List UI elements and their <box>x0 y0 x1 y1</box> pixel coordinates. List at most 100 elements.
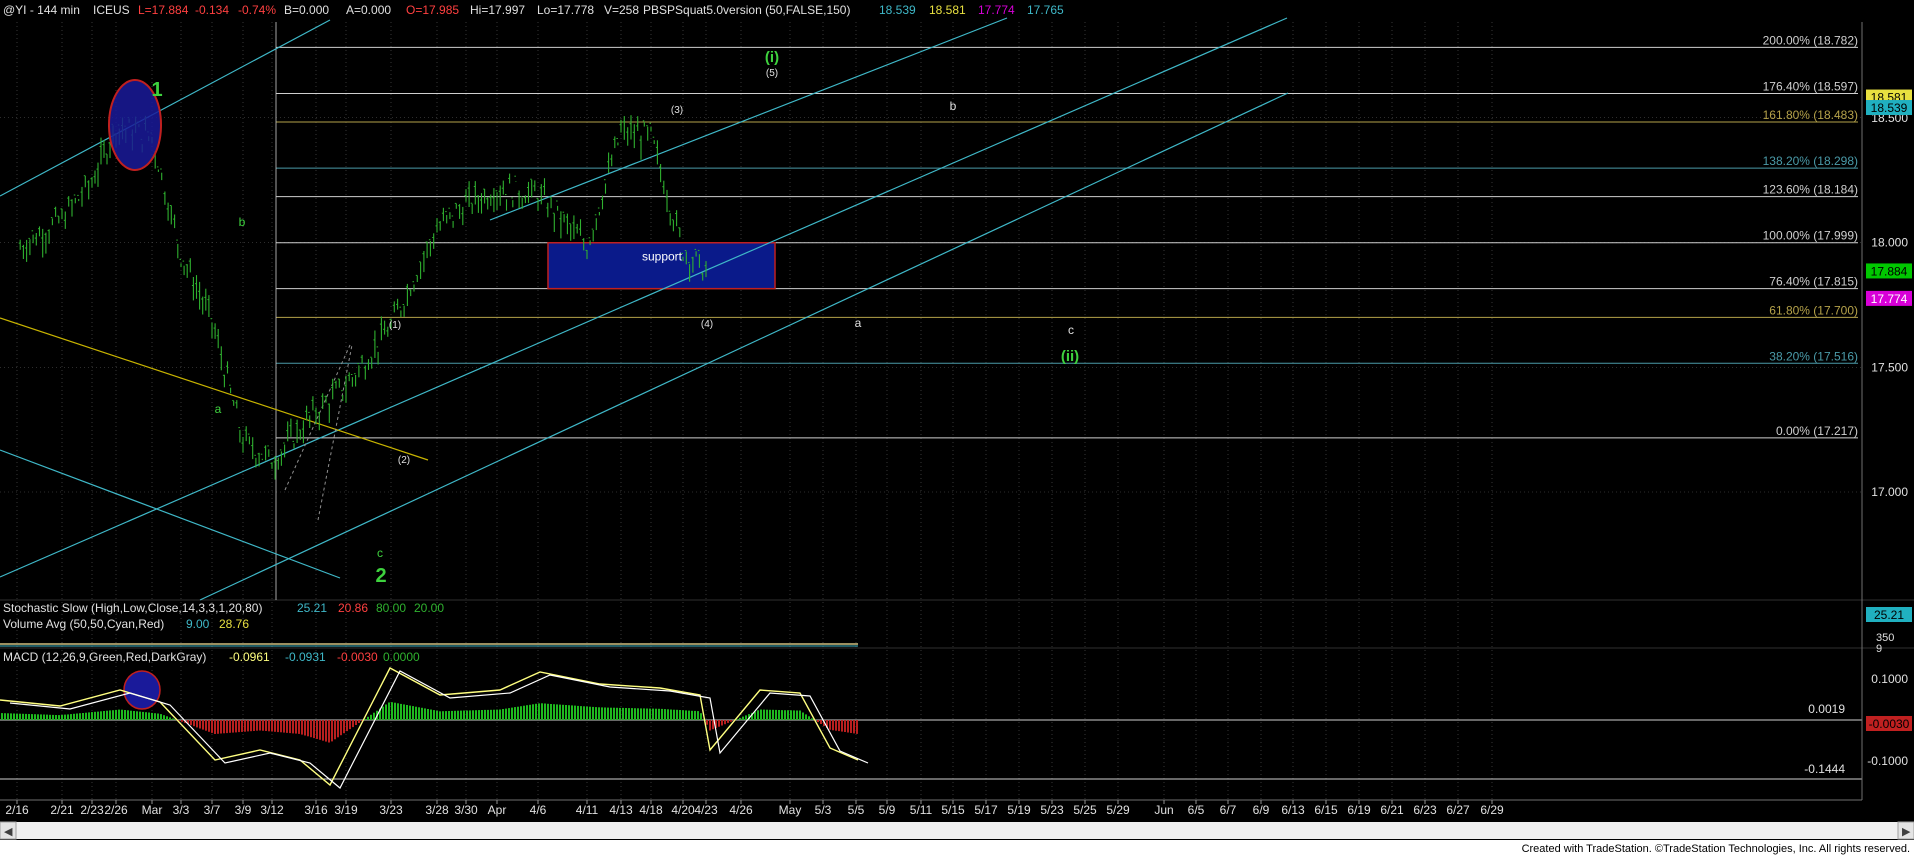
wave-letter-2: c <box>1068 323 1074 337</box>
wave-paren-4: (5) <box>766 68 778 79</box>
date-tick-43: 6/29 <box>1480 803 1504 817</box>
date-tick-17: 4/13 <box>609 803 633 817</box>
horizontal-scrollbar[interactable]: ◀ ▶ <box>0 821 1914 840</box>
fib-label-1: 176.40% (18.597) <box>1763 80 1858 94</box>
scrollbar-track[interactable] <box>0 822 1914 839</box>
macd-level-lower-label: -0.1444 <box>1804 762 1845 776</box>
fib-label-7: 61.80% (17.700) <box>1769 303 1858 317</box>
support-label: support <box>642 250 683 264</box>
stochastic-label: Stochastic Slow (High,Low,Close,14,3,3,1… <box>3 601 262 615</box>
wave-small-2: c <box>377 546 383 560</box>
header-volume: V=258 <box>604 3 639 17</box>
date-tick-15: 4/6 <box>530 803 547 817</box>
date-tick-14: Apr <box>488 803 507 817</box>
date-tick-42: 6/27 <box>1446 803 1470 817</box>
date-tick-23: 5/3 <box>815 803 832 817</box>
stochastic-header: Stochastic Slow (High,Low,Close,14,3,3,1… <box>3 601 444 615</box>
date-tick-10: 3/19 <box>334 803 358 817</box>
fib-label-5: 100.00% (17.999) <box>1763 229 1858 243</box>
fib-label-8: 38.20% (17.516) <box>1769 349 1858 363</box>
stochastic-value-k: 25.21 <box>297 601 327 615</box>
macd-value-diff: -0.0030 <box>337 650 378 664</box>
wave-paren-0: (1) <box>389 320 401 331</box>
chevron-left-icon: ◀ <box>4 826 13 838</box>
volume-axis-1: 9 <box>1876 643 1882 655</box>
date-tick-38: 6/15 <box>1314 803 1338 817</box>
date-tick-4: Mar <box>142 803 163 817</box>
volume-label: Volume Avg (50,50,Cyan,Red) <box>3 617 164 631</box>
volume-value-1: 9.00 <box>186 617 210 631</box>
macd-tick-0: 0.1000 <box>1871 672 1908 686</box>
price-tick-2: 18.000 <box>1871 236 1908 250</box>
header-value-3: 17.774 <box>978 3 1015 17</box>
date-tick-6: 3/7 <box>204 803 221 817</box>
date-tick-28: 5/17 <box>974 803 998 817</box>
price-tick-0: 17.000 <box>1871 485 1908 499</box>
date-tick-12: 3/28 <box>425 803 449 817</box>
date-tick-18: 4/18 <box>639 803 663 817</box>
stochastic-value-d: 20.86 <box>338 601 368 615</box>
price-tag-3: 17.774 <box>1871 292 1908 306</box>
date-tick-1: 2/21 <box>50 803 74 817</box>
date-tick-35: 6/7 <box>1220 803 1237 817</box>
header-value-1: 18.539 <box>879 3 916 17</box>
date-tick-31: 5/25 <box>1073 803 1097 817</box>
date-tick-26: 5/11 <box>910 803 933 817</box>
header-change-pct: -0.74% <box>238 3 276 17</box>
date-tick-34: 6/5 <box>1188 803 1205 817</box>
fib-label-0: 200.00% (18.782) <box>1763 33 1858 47</box>
volume-value-2: 28.76 <box>219 617 249 631</box>
date-tick-5: 3/3 <box>173 803 190 817</box>
wave-letter-0: a <box>855 316 862 330</box>
date-tick-0: 2/16 <box>5 803 29 817</box>
chevron-right-icon: ▶ <box>1902 826 1911 838</box>
date-tick-11: 3/23 <box>379 803 403 817</box>
price-tick-1: 17.500 <box>1871 360 1908 374</box>
date-tick-29: 5/19 <box>1007 803 1031 817</box>
macd-tag: -0.0030 <box>1869 717 1910 731</box>
wave-paren-3: (4) <box>701 319 713 330</box>
date-tick-27: 5/15 <box>941 803 965 817</box>
stoch-tag: 25.21 <box>1874 608 1904 622</box>
header-change: -0.134 <box>195 3 229 17</box>
date-tick-36: 6/9 <box>1253 803 1270 817</box>
fib-label-3: 138.20% (18.298) <box>1763 154 1858 168</box>
fib-label-2: 161.80% (18.483) <box>1763 108 1858 122</box>
date-tick-13: 3/30 <box>454 803 478 817</box>
fib-label-4: 123.60% (18.184) <box>1763 183 1858 197</box>
macd-tick-1: -0.1000 <box>1867 754 1908 768</box>
wave-circled-1: (ii) <box>1061 348 1079 365</box>
date-tick-24: 5/5 <box>848 803 865 817</box>
price-tag-1: 18.539 <box>1871 101 1908 115</box>
fib-label-9: 0.00% (17.217) <box>1776 424 1858 438</box>
wave-big-1: 2 <box>375 565 386 587</box>
stochastic-value-os: 20.00 <box>414 601 444 615</box>
date-tick-30: 5/23 <box>1040 803 1064 817</box>
date-tick-2: 2/23 <box>80 803 104 817</box>
date-tick-3: 2/26 <box>104 803 128 817</box>
date-tick-39: 6/19 <box>1347 803 1371 817</box>
header-bid: B=0.000 <box>284 3 329 17</box>
date-tick-37: 6/13 <box>1281 803 1305 817</box>
date-tick-25: 5/9 <box>879 803 896 817</box>
date-tick-9: 3/16 <box>304 803 328 817</box>
wave-big-0: 1 <box>151 79 162 101</box>
stochastic-value-ob: 80.00 <box>376 601 406 615</box>
wave-small-1: a <box>215 402 222 416</box>
macd-label: MACD (12,26,9,Green,Red,DarkGray) <box>3 650 206 664</box>
price-tag-2: 17.884 <box>1871 264 1908 278</box>
wave-small-0: b <box>239 215 246 229</box>
price-chart[interactable]: 200.00% (18.782)176.40% (18.597)161.80% … <box>0 0 1914 856</box>
header-open: O=17.985 <box>406 3 459 17</box>
wave-letter-1: b <box>950 99 957 113</box>
macd-level-upper-label: 0.0019 <box>1808 702 1845 716</box>
header-value-4: 17.765 <box>1027 3 1064 17</box>
date-tick-21: 4/26 <box>729 803 753 817</box>
date-tick-19: 4/20 <box>671 803 695 817</box>
date-tick-22: May <box>779 803 802 817</box>
header-indicator: PBSPSquat5.0version (50,FALSE,150) <box>643 3 850 17</box>
date-tick-20: 4/23 <box>694 803 718 817</box>
macd-value-signal: -0.0931 <box>285 650 326 664</box>
header-hi: Hi=17.997 <box>470 3 525 17</box>
header-value-2: 18.581 <box>929 3 966 17</box>
